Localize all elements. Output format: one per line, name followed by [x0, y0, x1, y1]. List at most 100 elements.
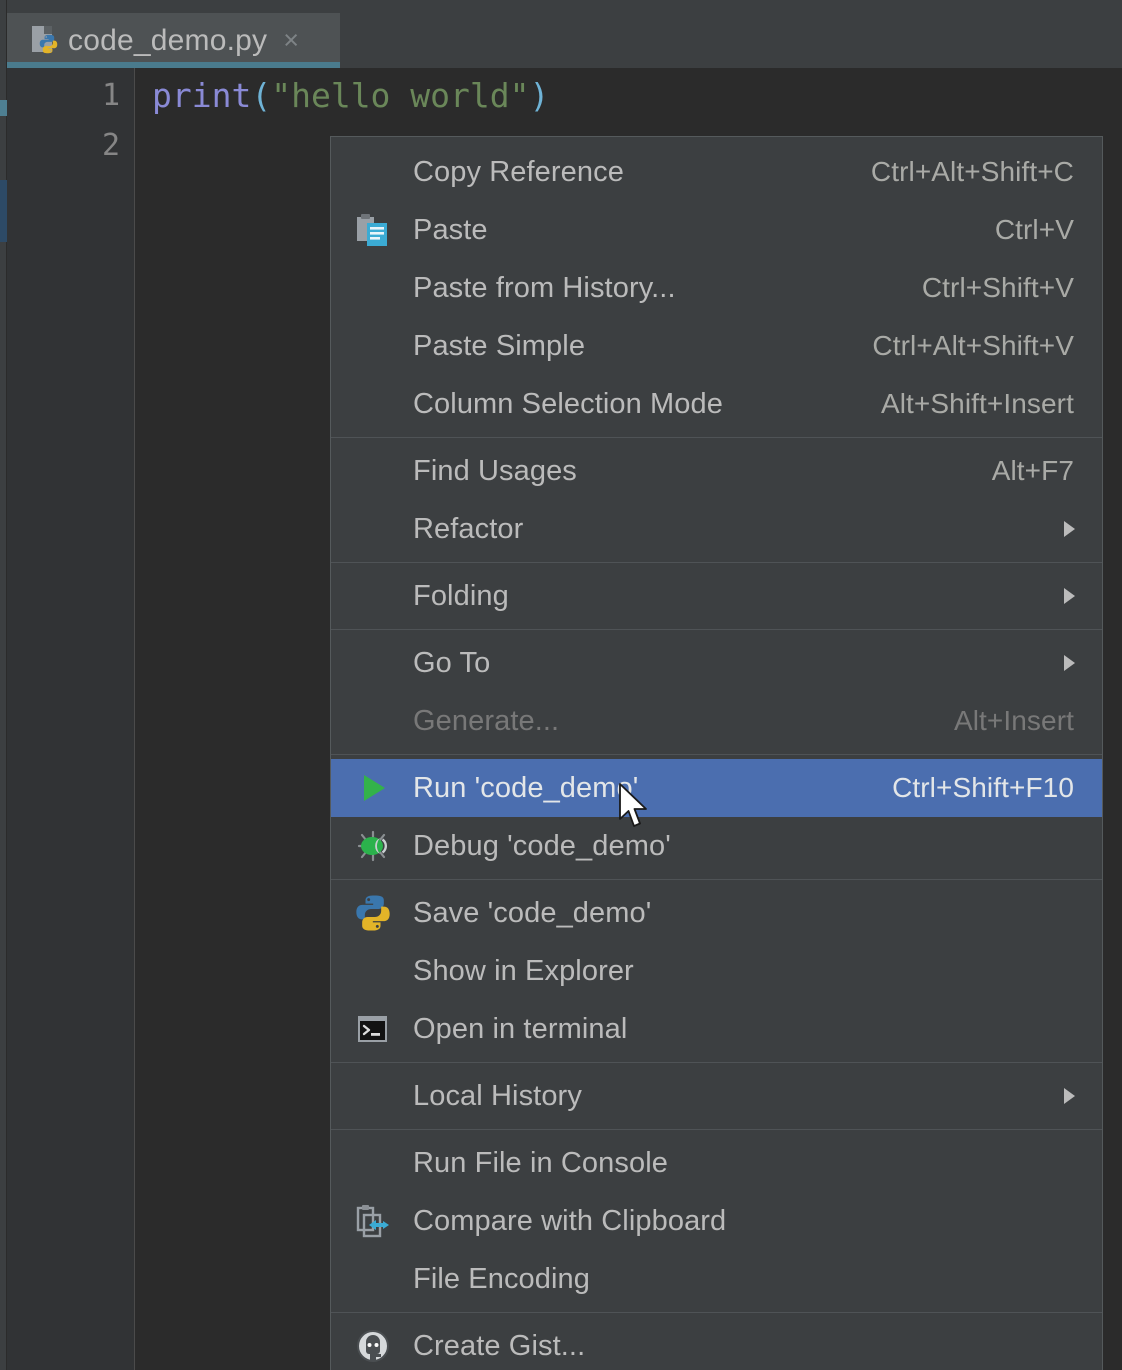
editor-tab-bar: code_demo.py ×	[7, 0, 1122, 68]
menu-item-run-file-in-console[interactable]: Run File in Console	[331, 1134, 1102, 1192]
menu-item-label: Run File in Console	[413, 1147, 1102, 1180]
menu-group: Local History	[331, 1067, 1102, 1125]
menu-item-shortcut: Ctrl+V	[995, 214, 1074, 246]
menu-item-label: Go To	[413, 647, 1102, 680]
terminal-icon	[353, 1009, 393, 1049]
menu-item-create-gist[interactable]: Create Gist...	[331, 1317, 1102, 1370]
python-file-icon	[31, 26, 59, 56]
menu-group: Copy Reference Ctrl+Alt+Shift+C Paste Ct…	[331, 143, 1102, 433]
no-icon	[353, 1076, 393, 1116]
submenu-arrow-icon	[1064, 588, 1075, 604]
menu-item-copy-reference[interactable]: Copy Reference Ctrl+Alt+Shift+C	[331, 143, 1102, 201]
menu-separator	[331, 1129, 1102, 1130]
menu-group: Run 'code_demo' Ctrl+Shift+F10	[331, 759, 1102, 875]
menu-separator	[331, 629, 1102, 630]
no-icon	[353, 701, 393, 741]
no-icon	[353, 268, 393, 308]
line-number: 2	[102, 128, 120, 163]
pycharm-window: code_demo.py × 1 2 print("hello world") …	[0, 0, 1122, 1370]
menu-item-show-in-explorer[interactable]: Show in Explorer	[331, 942, 1102, 1000]
code-line-1: print("hello world")	[152, 76, 549, 115]
menu-item-label: Refactor	[413, 513, 1102, 546]
paste-icon	[353, 210, 393, 250]
python-logo-glyph	[38, 33, 59, 55]
code-token-string: "hello world"	[271, 76, 529, 115]
menu-group: Save 'code_demo' Show in Explorer Open i…	[331, 884, 1102, 1058]
menu-item-label: Paste	[413, 214, 995, 247]
menu-item-label: Show in Explorer	[413, 955, 1102, 988]
menu-item-debug-code-demo[interactable]: Debug 'code_demo'	[331, 817, 1102, 875]
code-token-open-paren: (	[251, 76, 271, 115]
close-icon[interactable]: ×	[283, 27, 299, 54]
menu-separator	[331, 1312, 1102, 1313]
submenu-arrow-icon	[1064, 521, 1075, 537]
menu-item-label: Local History	[413, 1080, 1102, 1113]
menu-item-shortcut: Ctrl+Shift+V	[922, 272, 1074, 304]
no-icon	[353, 951, 393, 991]
menu-separator	[331, 562, 1102, 563]
menu-item-label: Column Selection Mode	[413, 388, 881, 421]
menu-item-file-encoding[interactable]: File Encoding	[331, 1250, 1102, 1308]
no-icon	[353, 326, 393, 366]
no-icon	[353, 509, 393, 549]
menu-item-label: Compare with Clipboard	[413, 1205, 1102, 1238]
menu-separator	[331, 437, 1102, 438]
menu-item-compare-with-clipboard[interactable]: Compare with Clipboard	[331, 1192, 1102, 1250]
marker-highlight-selection	[0, 180, 7, 242]
menu-item-paste-from-history[interactable]: Paste from History... Ctrl+Shift+V	[331, 259, 1102, 317]
no-icon	[353, 576, 393, 616]
menu-item-paste[interactable]: Paste Ctrl+V	[331, 201, 1102, 259]
menu-item-column-selection-mode[interactable]: Column Selection Mode Alt+Shift+Insert	[331, 375, 1102, 433]
menu-item-save-code-demo[interactable]: Save 'code_demo'	[331, 884, 1102, 942]
debug-icon	[353, 826, 393, 866]
code-token-function: print	[152, 76, 251, 115]
menu-item-shortcut: Alt+Shift+Insert	[881, 388, 1074, 420]
menu-item-label: Run 'code_demo'	[413, 772, 892, 805]
tab-code-demo-py[interactable]: code_demo.py ×	[7, 13, 340, 68]
menu-separator	[331, 754, 1102, 755]
run-icon	[353, 768, 393, 808]
menu-item-shortcut: Ctrl+Alt+Shift+V	[872, 330, 1074, 362]
menu-item-open-in-terminal[interactable]: Open in terminal	[331, 1000, 1102, 1058]
menu-item-label: Paste Simple	[413, 330, 872, 363]
line-number-gutter: 1 2	[7, 68, 135, 1370]
no-icon	[353, 1259, 393, 1299]
menu-item-refactor[interactable]: Refactor	[331, 500, 1102, 558]
menu-separator	[331, 879, 1102, 880]
menu-item-shortcut: Ctrl+Shift+F10	[892, 772, 1074, 804]
code-token-close-paren: )	[530, 76, 550, 115]
python-icon	[353, 893, 393, 933]
menu-separator	[331, 1062, 1102, 1063]
menu-item-run-code-demo[interactable]: Run 'code_demo' Ctrl+Shift+F10	[331, 759, 1102, 817]
menu-group: Folding	[331, 567, 1102, 625]
editor-context-menu: Copy Reference Ctrl+Alt+Shift+C Paste Ct…	[330, 136, 1103, 1370]
menu-item-label: Open in terminal	[413, 1013, 1102, 1046]
menu-item-find-usages[interactable]: Find Usages Alt+F7	[331, 442, 1102, 500]
menu-item-paste-simple[interactable]: Paste Simple Ctrl+Alt+Shift+V	[331, 317, 1102, 375]
menu-item-label: Create Gist...	[413, 1330, 1102, 1363]
compare-clipboard-icon	[353, 1201, 393, 1241]
no-icon	[353, 152, 393, 192]
menu-group: Find Usages Alt+F7 Refactor	[331, 442, 1102, 558]
menu-item-shortcut: Alt+F7	[992, 455, 1074, 487]
menu-item-folding[interactable]: Folding	[331, 567, 1102, 625]
no-icon	[353, 384, 393, 424]
editor-left-marker-strip	[0, 0, 7, 1370]
menu-item-shortcut: Ctrl+Alt+Shift+C	[871, 156, 1074, 188]
github-icon	[353, 1326, 393, 1366]
menu-item-label: File Encoding	[413, 1263, 1102, 1296]
menu-group: Create Gist...	[331, 1317, 1102, 1370]
menu-item-label: Copy Reference	[413, 156, 871, 189]
menu-item-label: Paste from History...	[413, 272, 922, 305]
no-icon	[353, 1143, 393, 1183]
submenu-arrow-icon	[1064, 655, 1075, 671]
menu-item-label: Folding	[413, 580, 1102, 613]
menu-item-go-to[interactable]: Go To	[331, 634, 1102, 692]
tab-title: code_demo.py	[68, 24, 267, 58]
menu-item-label: Find Usages	[413, 455, 992, 488]
menu-item-local-history[interactable]: Local History	[331, 1067, 1102, 1125]
submenu-arrow-icon	[1064, 1088, 1075, 1104]
menu-item-label: Save 'code_demo'	[413, 897, 1102, 930]
menu-item-label: Debug 'code_demo'	[413, 830, 1102, 863]
menu-group: Go To Generate... Alt+Insert	[331, 634, 1102, 750]
